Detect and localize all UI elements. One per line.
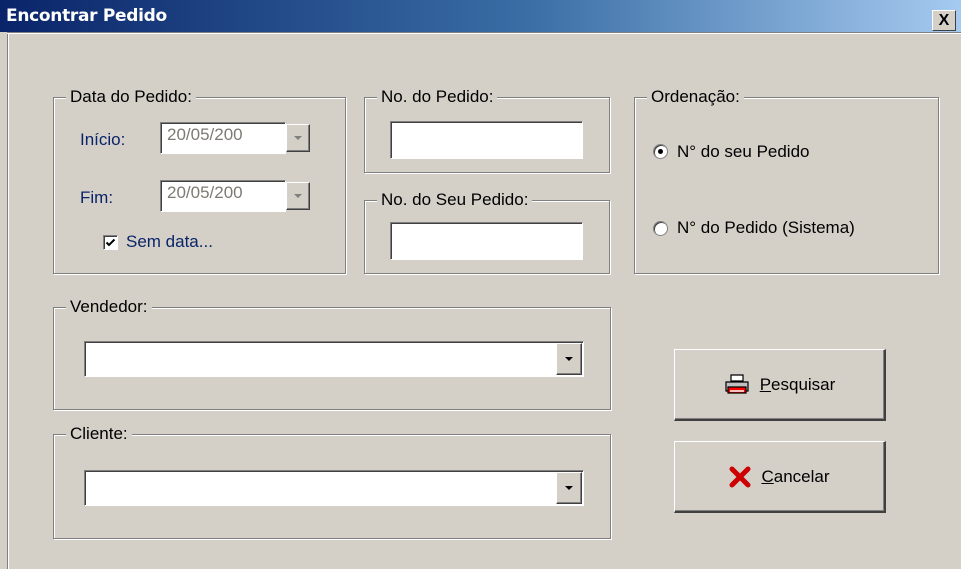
order-number-input[interactable] bbox=[390, 121, 583, 159]
sort-order-group: Ordenação: bbox=[634, 87, 939, 274]
end-date-label: Fim: bbox=[80, 188, 114, 207]
cancel-button-label: Cancelar bbox=[761, 466, 830, 486]
no-date-label[interactable]: Sem data... bbox=[126, 232, 213, 252]
window-title: Encontrar Pedido bbox=[6, 6, 167, 26]
start-date-dropdown-button[interactable] bbox=[286, 124, 310, 152]
client-combobox[interactable] bbox=[84, 470, 584, 506]
sort-by-system-order-label[interactable]: N° do Pedido (Sistema) bbox=[677, 218, 855, 238]
end-date-field[interactable]: 20/05/200 bbox=[160, 180, 286, 212]
chevron-down-icon bbox=[565, 486, 573, 490]
printer-icon bbox=[725, 373, 749, 394]
checkmark-icon bbox=[105, 238, 116, 247]
client-edge-left bbox=[7, 32, 9, 569]
close-button[interactable]: X bbox=[932, 10, 956, 31]
search-button[interactable]: Pesquisar bbox=[674, 349, 886, 421]
order-date-legend: Data do Pedido: bbox=[66, 87, 196, 107]
your-order-number-legend: No. do Seu Pedido: bbox=[377, 190, 533, 210]
chevron-down-icon bbox=[294, 194, 302, 198]
sort-order-legend: Ordenação: bbox=[647, 87, 744, 107]
client-legend: Cliente: bbox=[66, 424, 132, 444]
order-number-legend: No. do Pedido: bbox=[377, 87, 498, 107]
seller-dropdown-button[interactable] bbox=[556, 343, 582, 375]
sort-by-system-order-radio[interactable] bbox=[653, 221, 668, 236]
radio-selected-dot bbox=[658, 149, 663, 154]
chevron-down-icon bbox=[294, 136, 302, 140]
red-x-icon bbox=[729, 466, 751, 487]
sort-by-your-order-label[interactable]: N° do seu Pedido bbox=[677, 142, 810, 162]
title-bar[interactable]: Encontrar Pedido X bbox=[0, 0, 961, 32]
cancel-button[interactable]: Cancelar bbox=[674, 441, 886, 513]
client-dropdown-button[interactable] bbox=[556, 472, 582, 504]
seller-combobox[interactable] bbox=[84, 341, 584, 377]
find-order-dialog: Encontrar Pedido X Data do Pedido: Iníci… bbox=[0, 0, 961, 569]
start-date-field[interactable]: 20/05/200 bbox=[160, 122, 286, 154]
seller-legend: Vendedor: bbox=[66, 297, 152, 317]
client-edge-top bbox=[7, 32, 961, 34]
no-date-checkbox[interactable] bbox=[103, 235, 118, 250]
close-icon: X bbox=[938, 11, 950, 29]
end-date-dropdown-button[interactable] bbox=[286, 182, 310, 210]
sort-by-your-order-radio[interactable] bbox=[653, 144, 668, 159]
chevron-down-icon bbox=[565, 357, 573, 361]
start-date-label: Início: bbox=[80, 130, 126, 149]
search-button-label: Pesquisar bbox=[759, 374, 836, 394]
your-order-number-input[interactable] bbox=[390, 222, 583, 260]
